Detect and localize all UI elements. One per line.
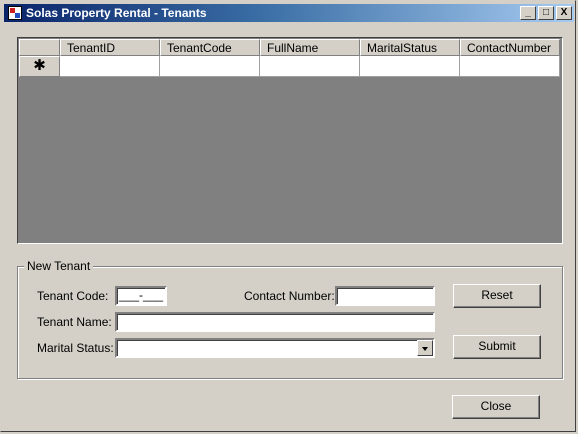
new-row-cell-fullname[interactable]: [260, 56, 360, 77]
column-header-fullname[interactable]: FullName: [260, 39, 360, 56]
tenants-data-grid[interactable]: TenantID TenantCode FullName MaritalStat…: [17, 37, 563, 244]
window-title: Solas Property Rental - Tenants: [26, 6, 207, 20]
column-header-tenantcode[interactable]: TenantCode: [160, 39, 260, 56]
reset-button[interactable]: Reset: [453, 284, 541, 308]
contact-number-field[interactable]: [335, 286, 435, 306]
new-tenant-groupbox: New Tenant Tenant Code: ___-___ Contact …: [17, 259, 563, 379]
close-button[interactable]: Close: [452, 395, 540, 419]
grid-new-row[interactable]: ✱: [19, 56, 560, 77]
tenants-window: Solas Property Rental - Tenants _ □ X Te…: [0, 0, 576, 432]
grid-header-row: TenantID TenantCode FullName MaritalStat…: [19, 39, 560, 56]
marital-status-label: Marital Status:: [37, 341, 114, 355]
tenant-name-field[interactable]: [115, 312, 435, 332]
chevron-down-icon[interactable]: [417, 340, 433, 356]
marital-status-select[interactable]: [115, 338, 435, 358]
new-row-cell-tenantcode[interactable]: [160, 56, 260, 77]
row-header-corner[interactable]: [19, 39, 60, 56]
new-tenant-legend: New Tenant: [24, 259, 94, 273]
contact-number-label: Contact Number:: [244, 289, 335, 303]
submit-button[interactable]: Submit: [453, 335, 541, 359]
tenant-code-label: Tenant Code:: [37, 289, 109, 303]
title-bar[interactable]: Solas Property Rental - Tenants _ □ X: [4, 4, 574, 22]
new-row-cell-contactnumber[interactable]: [460, 56, 560, 77]
new-row-cell-tenantid[interactable]: [60, 56, 160, 77]
tenant-code-field[interactable]: ___-___: [115, 286, 167, 306]
column-header-contactnumber[interactable]: ContactNumber: [460, 39, 560, 56]
new-row-cell-maritalstatus[interactable]: [360, 56, 460, 77]
close-window-button[interactable]: X: [556, 6, 572, 20]
maximize-button[interactable]: □: [538, 6, 554, 20]
column-header-maritalstatus[interactable]: MaritalStatus: [360, 39, 460, 56]
app-icon: [8, 6, 22, 20]
minimize-button[interactable]: _: [520, 6, 536, 20]
new-row-marker-icon[interactable]: ✱: [19, 56, 60, 77]
column-header-tenantid[interactable]: TenantID: [60, 39, 160, 56]
tenant-name-label: Tenant Name:: [37, 315, 112, 329]
